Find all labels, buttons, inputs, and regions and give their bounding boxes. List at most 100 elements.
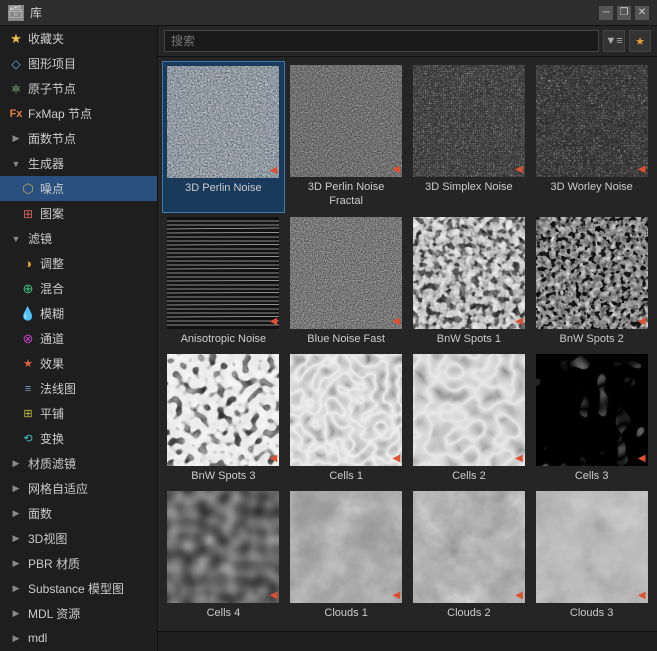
grid-item-clouds-1[interactable]: ◀ Clouds 1 [285, 487, 408, 624]
thumb-anisotropic-noise: ◀ [167, 217, 279, 329]
app-icon: 🗃 [8, 5, 24, 21]
sidebar-item-blend[interactable]: ⊕ 混合 [0, 276, 157, 301]
sidebar-label-math: 面数 [28, 505, 52, 522]
bottom-bar [158, 631, 657, 651]
sidebar-item-wires[interactable]: ≡ 法线图 [0, 376, 157, 401]
thumb-clouds-2: ◀ [413, 491, 525, 603]
grid-item-cells-3[interactable]: ◀ Cells 3 [530, 350, 653, 487]
chevron-right-material-icon: ▶ [8, 456, 24, 472]
grid-item-blue-noise-fast[interactable]: ◀ Blue Noise Fast [285, 213, 408, 350]
sidebar-item-blur[interactable]: 💧 模糊 [0, 301, 157, 326]
thumb-bnw-spots-1: ◀ [413, 217, 525, 329]
title-bar-left: 🗃 库 [8, 4, 42, 21]
sidebar-item-generators[interactable]: ▼ 生成器 [0, 151, 157, 176]
sidebar-item-math[interactable]: ▶ 面数 [0, 501, 157, 526]
sidebar-item-effect[interactable]: ★ 效果 [0, 351, 157, 376]
title-bar-controls: ─ ❐ ✕ [599, 6, 649, 20]
sidebar-label-effect: 效果 [40, 355, 64, 372]
sidebar-label-mdl: mdl [28, 631, 47, 645]
sidebar-item-material-filter[interactable]: ▶ 材质滤镜 [0, 451, 157, 476]
sidebar-item-atomic-nodes[interactable]: ⚛ 原子节点 [0, 76, 157, 101]
sidebar-item-mdl[interactable]: ▶ mdl [0, 626, 157, 650]
grid-item-clouds-2[interactable]: ◀ Clouds 2 [408, 487, 531, 624]
grid-item-3d-perlin-noise-fractal[interactable]: ◀ 3D Perlin Noise Fractal [285, 61, 408, 213]
sidebar-item-pattern[interactable]: ⊞ 图案 [0, 201, 157, 226]
grid-item-3d-perlin-noise[interactable]: ◀ 3D Perlin Noise [162, 61, 285, 213]
label-3d-perlin-noise: 3D Perlin Noise [185, 181, 261, 195]
sidebar-label-generators: 生成器 [28, 155, 64, 172]
sidebar-item-pbr[interactable]: ▶ PBR 材质 [0, 551, 157, 576]
sidebar-item-transform[interactable]: ⟲ 变换 [0, 426, 157, 451]
share-corner-icon-16: ◀ [638, 590, 646, 601]
filter-icon: ▼≡ [605, 35, 622, 47]
grid-item-cells-2[interactable]: ◀ Cells 2 [408, 350, 531, 487]
sidebar-item-noise[interactable]: ⬡ 噪点 [0, 176, 157, 201]
chevron-right-math-icon: ▶ [8, 506, 24, 522]
share-corner-icon-9: ◀ [270, 453, 278, 464]
sidebar-item-tile[interactable]: ⊞ 平铺 [0, 401, 157, 426]
sidebar-item-3d-view[interactable]: ▶ 3D视图 [0, 526, 157, 551]
thumb-3d-perlin-noise-fractal: ◀ [290, 65, 402, 177]
sidebar-item-fxmap-nodes[interactable]: Fx FxMap 节点 [0, 101, 157, 126]
share-corner-icon-15: ◀ [515, 590, 523, 601]
chevron-right-substance-icon: ▶ [8, 581, 24, 597]
sidebar-label-atomic-nodes: 原子节点 [28, 80, 76, 97]
sidebar-label-substance-model: Substance 模型图 [28, 580, 124, 597]
grid-item-bnw-spots-3[interactable]: ◀ BnW Spots 3 [162, 350, 285, 487]
share-corner-icon-4: ◀ [638, 164, 646, 175]
sidebar-item-channel[interactable]: ⊗ 通道 [0, 326, 157, 351]
adjust-icon: ◑ [20, 256, 36, 272]
sidebar-item-mesh-adaptive[interactable]: ▶ 网格自适应 [0, 476, 157, 501]
label-cells-4: Cells 4 [207, 606, 241, 620]
grid-item-bnw-spots-1[interactable]: ◀ BnW Spots 1 [408, 213, 531, 350]
share-corner-icon-8: ◀ [638, 316, 646, 327]
sidebar-label-blur: 模糊 [40, 305, 64, 322]
main-container: ★ 收藏夹 ◇ 图形项目 ⚛ 原子节点 Fx FxMap 节点 ▶ 面数节点 ▼… [0, 26, 657, 651]
grid-item-3d-worley-noise[interactable]: ◀ 3D Worley Noise [530, 61, 653, 213]
label-bnw-spots-2: BnW Spots 2 [560, 332, 624, 346]
filter-button[interactable]: ▼≡ [603, 30, 625, 52]
thumb-cells-1: ◀ [290, 354, 402, 466]
share-corner-icon-2: ◀ [392, 164, 400, 175]
sidebar-label-filters: 滤镜 [28, 230, 52, 247]
label-cells-3: Cells 3 [575, 469, 609, 483]
title-text: 库 [30, 4, 42, 21]
grid-item-bnw-spots-2[interactable]: ◀ BnW Spots 2 [530, 213, 653, 350]
grid-item-anisotropic-noise[interactable]: ◀ Anisotropic Noise [162, 213, 285, 350]
minimize-button[interactable]: ─ [599, 6, 613, 20]
grid-item-cells-1[interactable]: ◀ Cells 1 [285, 350, 408, 487]
thumb-3d-worley-noise: ◀ [536, 65, 648, 177]
sidebar-item-adjust[interactable]: ◑ 调整 [0, 251, 157, 276]
close-button[interactable]: ✕ [635, 6, 649, 20]
label-bnw-spots-3: BnW Spots 3 [191, 469, 255, 483]
tile-icon: ⊞ [20, 406, 36, 422]
sidebar-label-tile: 平铺 [40, 405, 64, 422]
grid-item-clouds-3[interactable]: ◀ Clouds 3 [530, 487, 653, 624]
share-corner-icon-5: ◀ [270, 316, 278, 327]
chevron-right-3d-icon: ▶ [8, 531, 24, 547]
restore-button[interactable]: ❐ [617, 6, 631, 20]
search-input[interactable] [164, 30, 599, 52]
blur-icon: 💧 [20, 306, 36, 322]
sidebar-label-pattern: 图案 [40, 205, 64, 222]
sidebar-label-fractal-nodes: 面数节点 [28, 130, 76, 147]
label-3d-perlin-noise-fractal: 3D Perlin Noise Fractal [308, 180, 384, 209]
label-anisotropic-noise: Anisotropic Noise [181, 332, 267, 346]
sidebar-item-fractal-nodes[interactable]: ▶ 面数节点 [0, 126, 157, 151]
grid-item-3d-simplex-noise[interactable]: ◀ 3D Simplex Noise [408, 61, 531, 213]
sidebar-item-favorites[interactable]: ★ 收藏夹 [0, 26, 157, 51]
sidebar-label-graphic-nodes: 图形项目 [28, 55, 76, 72]
content-area: ▼≡ ★ ◀ 3D Perli [158, 26, 657, 651]
grid-item-cells-4[interactable]: ◀ Cells 4 [162, 487, 285, 624]
sidebar-label-adjust: 调整 [40, 255, 64, 272]
atom-icon: ⚛ [8, 81, 24, 97]
sidebar-item-substance-model[interactable]: ▶ Substance 模型图 [0, 576, 157, 601]
sidebar-item-filters[interactable]: ▼ 滤镜 [0, 226, 157, 251]
share-corner-icon-13: ◀ [270, 590, 278, 601]
star-filter-button[interactable]: ★ [629, 30, 651, 52]
sidebar-label-wires: 法线图 [40, 380, 76, 397]
chevron-right-mdl-icon: ▶ [8, 630, 24, 646]
sidebar-item-mdl-resource[interactable]: ▶ MDL 资源 [0, 601, 157, 626]
sidebar-item-graphic-nodes[interactable]: ◇ 图形项目 [0, 51, 157, 76]
chevron-right-mdl-res-icon: ▶ [8, 606, 24, 622]
